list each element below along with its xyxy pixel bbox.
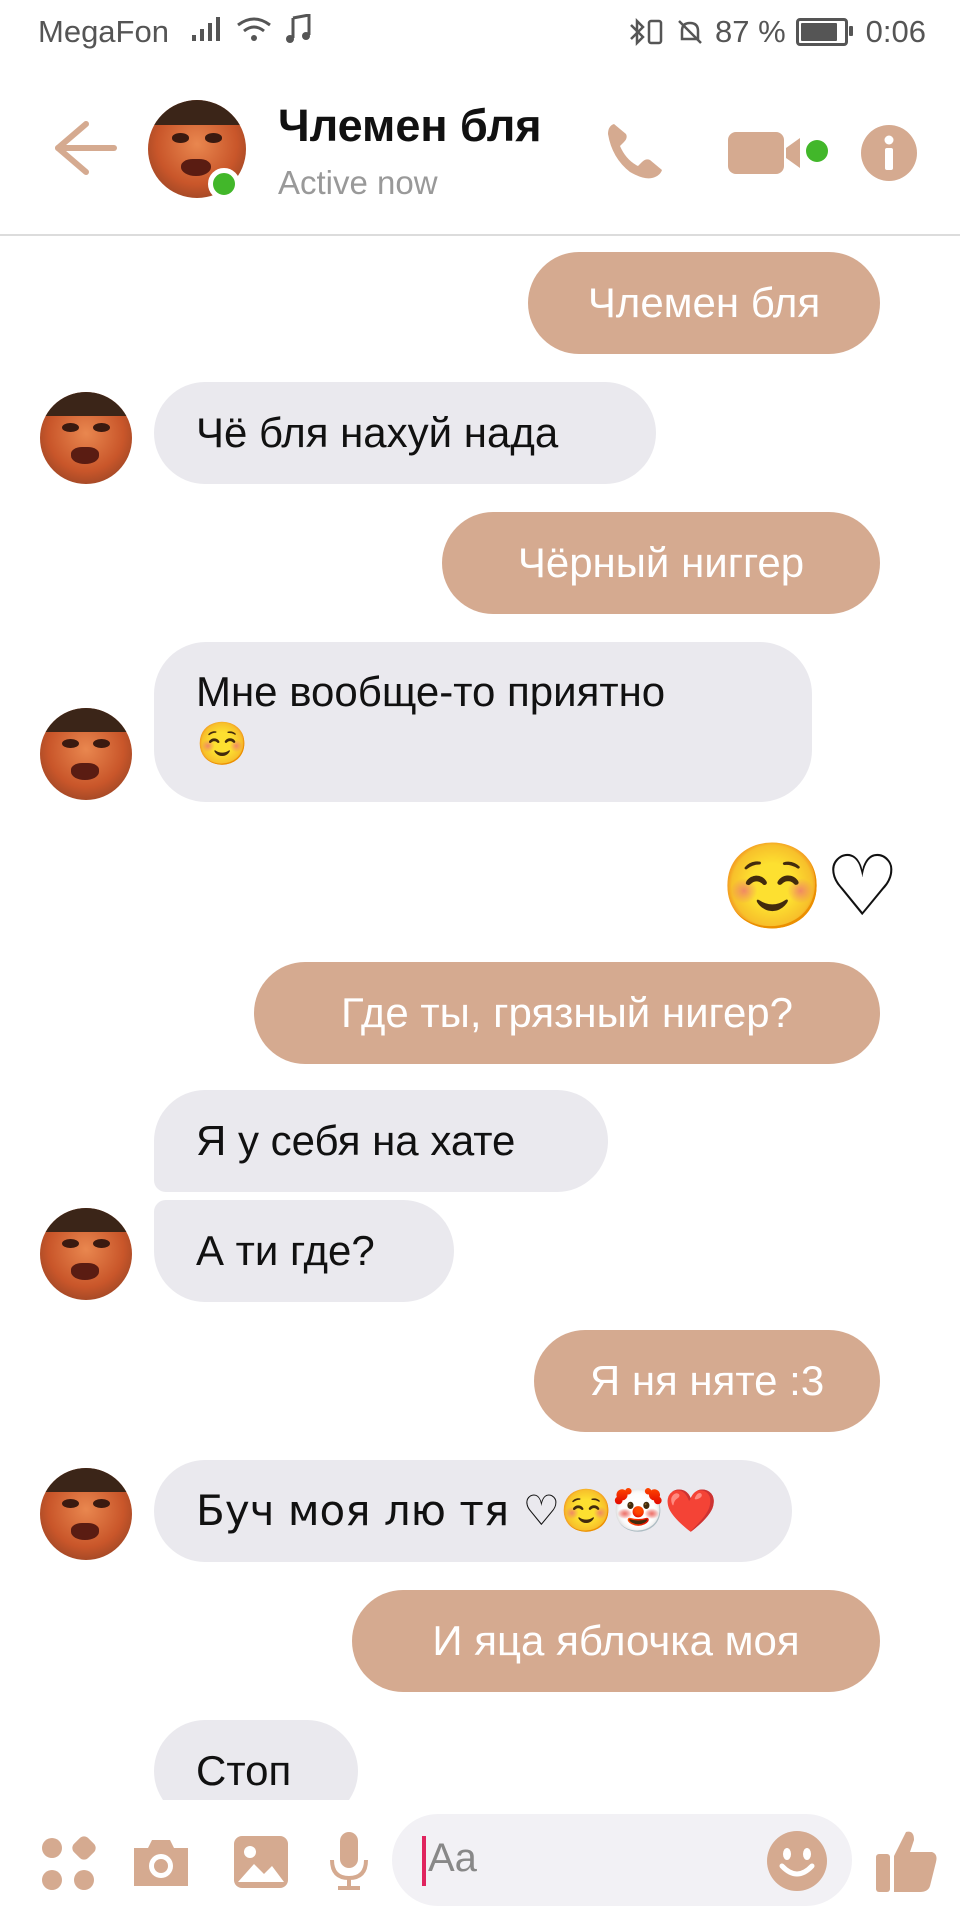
message-input[interactable]: Aa	[392, 1814, 852, 1906]
signal-icon	[192, 17, 220, 41]
message-text: Буч моя лю тя ♡☺️🤡❤️	[196, 1486, 718, 1535]
contact-name[interactable]: Члемен бля	[278, 100, 542, 152]
sender-avatar[interactable]	[40, 1468, 132, 1560]
chat-header: Члемен бля Active now	[0, 64, 960, 236]
music-note-icon	[286, 14, 311, 43]
emoji-picker-icon[interactable]	[766, 1830, 828, 1892]
sender-avatar[interactable]	[40, 1208, 132, 1300]
apps-menu-icon[interactable]	[40, 1836, 96, 1892]
composer-bar: Aa	[0, 1800, 960, 1920]
message-text: Чёрный ниггер	[517, 539, 805, 586]
message-outgoing[interactable]: Члемен бля	[528, 252, 880, 354]
microphone-icon[interactable]	[326, 1830, 372, 1892]
status-left-icons	[190, 14, 312, 44]
bluetooth-vibrate-icon	[630, 17, 663, 47]
message-outgoing[interactable]: Чёрный ниггер	[442, 512, 880, 614]
message-outgoing[interactable]: Я ня няте :3	[534, 1330, 880, 1432]
message-text: ☺️♡	[720, 837, 900, 935]
message-text: Я ня няте :3	[589, 1357, 825, 1404]
message-text: Чё бля нахуй нада	[196, 409, 559, 456]
thumbs-up-icon[interactable]	[874, 1826, 940, 1894]
status-right: 87 % 0:06	[625, 14, 926, 50]
online-indicator	[208, 168, 240, 200]
camera-icon[interactable]	[130, 1834, 192, 1890]
message-text: Мне вообще-то приятно	[196, 668, 666, 715]
clock: 0:06	[865, 14, 926, 49]
message-incoming[interactable]: Я у себя на хате	[154, 1090, 608, 1192]
status-bar: MegaFon 87 % 0:06	[0, 0, 960, 64]
mute-bell-icon	[678, 20, 702, 44]
battery-percent: 87 %	[714, 14, 786, 49]
message-outgoing[interactable]: И яца яблочка моя	[352, 1590, 880, 1692]
battery-icon	[795, 18, 853, 46]
gallery-icon[interactable]	[232, 1834, 290, 1890]
sender-avatar[interactable]	[40, 708, 132, 800]
message-incoming[interactable]: А ти где?	[154, 1200, 454, 1302]
message-text: Где ты, грязный нигер?	[340, 989, 794, 1036]
video-active-dot	[806, 140, 828, 162]
message-text: Стоп	[196, 1747, 292, 1794]
message-outgoing-emoji[interactable]: ☺️♡	[700, 836, 900, 946]
phone-call-icon[interactable]	[600, 116, 670, 186]
message-incoming[interactable]: Чё бля нахуй нада	[154, 382, 656, 484]
message-incoming[interactable]: Мне вообще-то приятно ☺️	[154, 642, 812, 802]
message-outgoing[interactable]: Где ты, грязный нигер?	[254, 962, 880, 1064]
carrier-name: MegaFon	[38, 14, 169, 49]
text-cursor	[422, 1836, 426, 1886]
message-incoming[interactable]: Буч моя лю тя ♡☺️🤡❤️	[154, 1460, 792, 1562]
wifi-icon	[237, 17, 271, 41]
input-placeholder: Aa	[428, 1836, 477, 1880]
contact-status: Active now	[278, 164, 438, 201]
message-text: Я у себя на хате	[196, 1117, 516, 1164]
message-text: Члемен бля	[587, 279, 821, 326]
message-text: И яца яблочка моя	[432, 1617, 800, 1664]
info-icon[interactable]	[860, 124, 918, 182]
back-arrow-icon[interactable]	[50, 118, 120, 178]
sender-avatar[interactable]	[40, 392, 132, 484]
message-emoji: ☺️	[196, 719, 249, 768]
message-text: А ти где?	[196, 1227, 375, 1274]
